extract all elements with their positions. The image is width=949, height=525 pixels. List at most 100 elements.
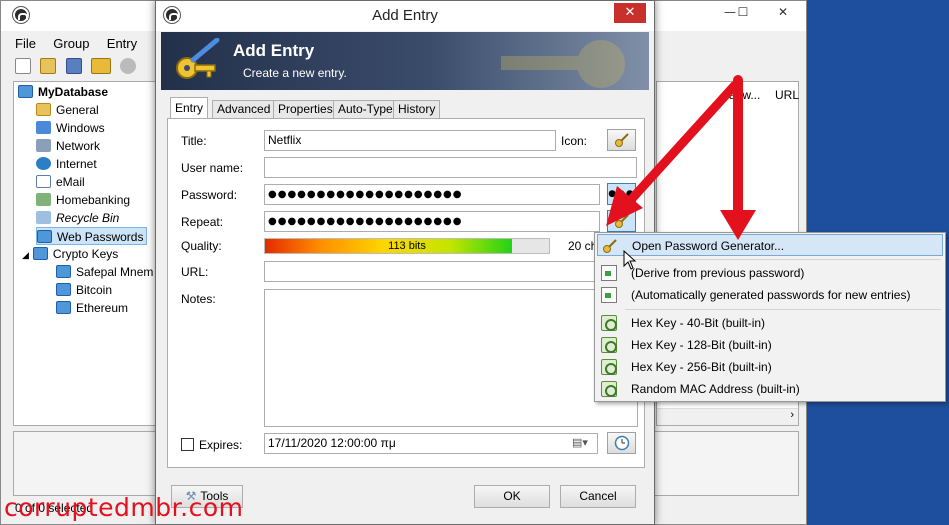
tab-advanced[interactable]: Advanced (212, 100, 276, 119)
key-icon (603, 239, 617, 253)
database-folder-icon (18, 85, 33, 98)
doc-icon (601, 265, 617, 281)
folder-icon (37, 230, 52, 243)
menu-random-mac[interactable]: Random MAC Address (built-in) (597, 378, 943, 400)
notes-textarea[interactable] (264, 289, 638, 427)
tree-item-bitcoin[interactable]: Bitcoin (56, 281, 112, 299)
tree-item-email[interactable]: eMail (36, 173, 85, 191)
repeat-password-field[interactable]: ●●●●●●●●●●●●●●●●●●●● (264, 211, 600, 232)
close-main-button[interactable]: ✕ (769, 3, 797, 23)
dialog-title-bar: Add Entry ✕ (156, 1, 654, 31)
quality-bits-text: 113 bits (388, 240, 426, 252)
menu-group[interactable]: Group (53, 36, 89, 51)
tab-properties[interactable]: Properties (273, 100, 338, 119)
username-field[interactable] (264, 157, 637, 178)
password-field[interactable]: ●●●●●●●●●●●●●●●●●●●● (264, 184, 600, 205)
tab-auto-type[interactable]: Auto-Type (333, 100, 398, 119)
menu-derive-previous[interactable]: (Derive from previous password) (597, 262, 943, 284)
key-pen-icon (176, 38, 220, 79)
globe-icon (36, 157, 51, 170)
watermark-text: corruptedmbr.com (4, 493, 244, 522)
save-database-icon[interactable] (65, 58, 82, 74)
calendar-dropdown-icon[interactable]: ▤▾ (572, 436, 588, 449)
open-database-icon[interactable] (40, 58, 57, 74)
add-entry-dialog: Add Entry ✕ Add Entry Create a new entry… (155, 0, 655, 525)
expires-label: Expires: (199, 438, 243, 452)
menu-auto-generated[interactable]: (Automatically generated passwords for n… (597, 284, 943, 306)
email-icon (36, 175, 51, 188)
show-password-toggle[interactable]: ●●● (607, 183, 636, 205)
menu-hex-key-256[interactable]: Hex Key - 256-Bit (built-in) (597, 356, 943, 378)
recycle-bin-icon (36, 211, 51, 224)
username-label: User name: (181, 161, 244, 175)
add-entry-key-icon[interactable] (91, 58, 112, 74)
expires-date-field[interactable]: 17/11/2020 12:00:00 πμ (264, 433, 598, 454)
tree-item-safepal[interactable]: Safepal Mnem (56, 263, 153, 281)
dialog-title: Add Entry (372, 7, 438, 24)
repeat-label: Repeat: (181, 215, 224, 229)
collapse-arrow-icon[interactable]: ◢ (22, 250, 29, 260)
generator-icon (601, 381, 617, 397)
menu-bar: File Group Entry (15, 36, 151, 54)
ok-button[interactable]: OK (474, 485, 550, 508)
tree-item-general[interactable]: General (36, 101, 99, 119)
icon-label: Icon: (561, 134, 588, 148)
tree-item-internet[interactable]: Internet (36, 155, 97, 173)
menu-separator (625, 309, 941, 310)
cancel-button[interactable]: Cancel (560, 485, 636, 508)
tree-item-recycle-bin[interactable]: Recycle Bin (36, 209, 119, 227)
tab-history[interactable]: History (393, 100, 441, 119)
tree-item-network[interactable]: Network (36, 137, 100, 155)
menu-hex-key-40[interactable]: Hex Key - 40-Bit (built-in) (597, 312, 943, 334)
notes-label: Notes: (181, 292, 216, 306)
banner-title: Add Entry (233, 41, 315, 60)
clock-icon (614, 435, 629, 451)
title-label: Title: (181, 134, 207, 148)
menu-separator (625, 259, 941, 260)
password-generator-button[interactable] (607, 210, 636, 232)
tree-item-ethereum[interactable]: Ethereum (56, 299, 128, 317)
banner-subtitle: Create a new entry. (243, 66, 347, 80)
folder-icon (36, 103, 51, 116)
tree-item-windows[interactable]: Windows (36, 119, 105, 137)
key-icon (614, 133, 629, 147)
menu-hex-key-128[interactable]: Hex Key - 128-Bit (built-in) (597, 334, 943, 356)
banner-key-watermark-icon (501, 40, 625, 88)
folder-icon (56, 301, 71, 314)
new-database-icon[interactable] (15, 58, 31, 74)
folder-icon (56, 283, 71, 296)
generator-icon (601, 337, 617, 353)
folder-icon (32, 247, 48, 260)
doc-icon (601, 287, 617, 303)
menu-open-password-generator[interactable]: Open Password Generator... (597, 234, 943, 256)
password-generator-menu: Open Password Generator... (Derive from … (594, 232, 946, 402)
scroll-right-icon[interactable]: › (790, 409, 794, 421)
menu-file[interactable]: File (15, 36, 36, 51)
horizontal-scrollbar[interactable]: › (657, 408, 798, 425)
expiry-presets-button[interactable] (607, 432, 636, 454)
tree-item-homebanking[interactable]: Homebanking (36, 191, 130, 209)
generator-icon (601, 315, 617, 331)
tree-item-crypto-keys[interactable]: ◢ Crypto Keys (22, 245, 118, 263)
user-icon[interactable] (120, 58, 137, 74)
title-field[interactable]: Netflix (264, 130, 556, 151)
icon-picker-button[interactable] (607, 129, 636, 151)
maximize-button[interactable]: ☐ (729, 3, 757, 23)
url-label: URL: (181, 265, 209, 279)
menu-entry[interactable]: Entry (107, 36, 137, 51)
windows-icon (36, 121, 51, 134)
password-label: Password: (181, 188, 238, 202)
generator-key-icon (614, 214, 629, 228)
mouse-cursor-icon (623, 250, 637, 270)
tab-entry[interactable]: Entry (170, 97, 209, 120)
network-icon (36, 139, 51, 152)
password-quality-bar: 113 bits (264, 238, 550, 254)
tree-root[interactable]: MyDatabase (18, 83, 108, 101)
expires-checkbox[interactable] (181, 438, 194, 451)
tree-item-web-passwords[interactable]: Web Passwords (36, 227, 148, 245)
dialog-banner: Add Entry Create a new entry. (161, 32, 649, 90)
url-field[interactable] (264, 261, 637, 282)
column-header-password[interactable]: a..w... (729, 88, 760, 102)
dialog-close-button[interactable]: ✕ (614, 3, 646, 23)
column-header-url[interactable]: URL (775, 88, 799, 102)
